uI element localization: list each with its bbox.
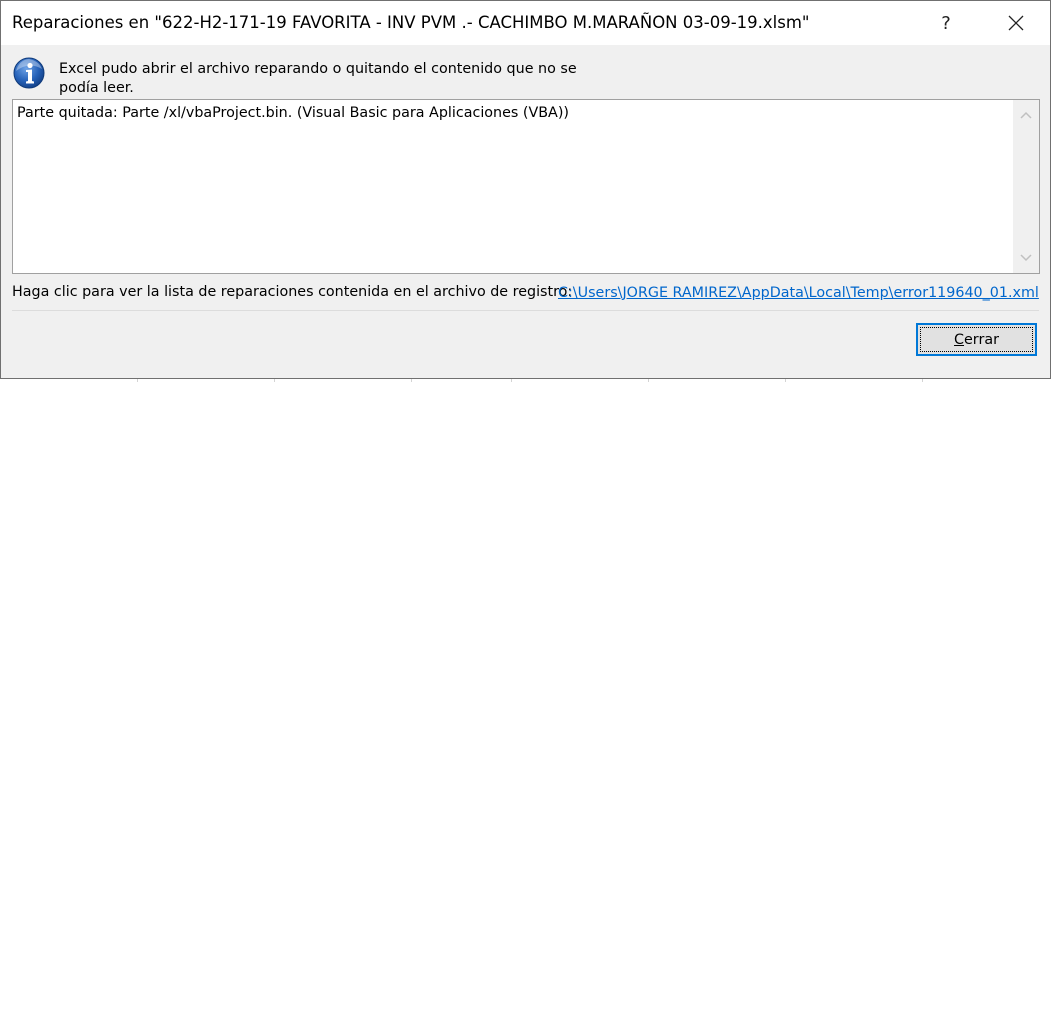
dialog-title: Reparaciones en "622-H2-171-19 FAVORITA … — [12, 13, 810, 32]
repairs-dialog: Reparaciones en "622-H2-171-19 FAVORITA … — [0, 0, 1051, 379]
close-window-button[interactable] — [993, 1, 1039, 45]
divider — [12, 310, 1039, 311]
repairs-list[interactable]: Parte quitada: Parte /xl/vbaProject.bin.… — [12, 99, 1040, 274]
help-button[interactable]: ? — [923, 1, 969, 45]
focus-ring — [920, 327, 1033, 352]
info-icon — [13, 57, 45, 89]
dialog-message: Excel pudo abrir el archivo reparando o … — [59, 61, 577, 96]
log-file-label: Haga clic para ver la lista de reparacio… — [12, 284, 573, 300]
dialog-titlebar[interactable]: Reparaciones en "622-H2-171-19 FAVORITA … — [1, 1, 1050, 45]
close-button[interactable]: Cerrar — [916, 323, 1037, 356]
close-icon — [1008, 15, 1024, 31]
scroll-up-button[interactable] — [1013, 102, 1039, 128]
help-icon: ? — [941, 12, 951, 34]
scroll-down-button[interactable] — [1013, 245, 1039, 271]
list-item[interactable]: Parte quitada: Parte /xl/vbaProject.bin.… — [17, 105, 569, 121]
chevron-down-icon — [1020, 254, 1032, 262]
chevron-up-icon — [1020, 111, 1032, 119]
log-file-link[interactable]: C:\Users\JORGE RAMIREZ\AppData\Local\Tem… — [558, 285, 1039, 301]
vertical-scrollbar[interactable] — [1013, 100, 1039, 273]
